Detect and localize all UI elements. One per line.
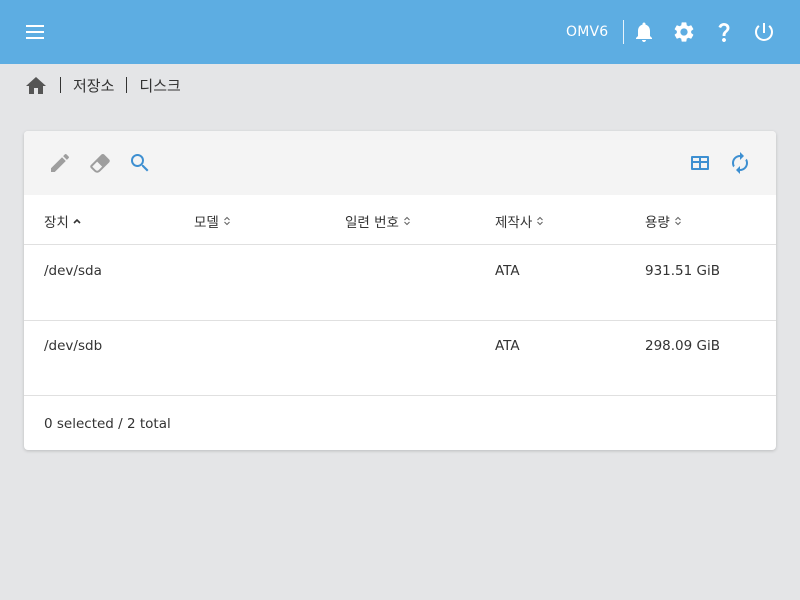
table-columns-icon[interactable]: [688, 151, 712, 175]
home-icon[interactable]: [24, 74, 48, 98]
sort-icon: [222, 215, 232, 227]
selection-summary: 0 selected / 2 total: [44, 416, 171, 432]
breadcrumb-disks: 디스크: [139, 76, 181, 95]
bell-icon[interactable]: [632, 20, 656, 44]
gear-icon[interactable]: [672, 20, 696, 44]
sort-icon: [402, 215, 412, 227]
cell-device: /dev/sda: [44, 263, 102, 279]
hostname: OMV6: [566, 24, 609, 40]
cell-capacity: 298.09 GiB: [645, 338, 721, 354]
column-header-label: 용량: [645, 215, 670, 231]
breadcrumb-storage[interactable]: 저장소: [73, 75, 114, 96]
column-header-capacity[interactable]: 용량: [645, 211, 683, 231]
breadcrumb-separator: [60, 77, 61, 93]
sort-icon: [535, 215, 545, 227]
help-icon[interactable]: [712, 20, 736, 44]
column-header-model[interactable]: 모델: [194, 211, 232, 231]
menu-icon[interactable]: [24, 22, 46, 42]
eraser-icon[interactable]: [88, 151, 112, 175]
cell-capacity: 931.51 GiB: [645, 263, 721, 279]
sort-icon: [673, 215, 683, 227]
column-header-vendor[interactable]: 제작사: [495, 211, 545, 231]
column-header-device[interactable]: 장치: [44, 211, 82, 231]
table-header: 장치 모델 일련 번호 제작사 용량: [24, 195, 776, 245]
column-header-serial[interactable]: 일련 번호: [345, 211, 412, 231]
disks-table-card: 장치 모델 일련 번호 제작사 용량 /dev/sda ATA 931.51 G…: [24, 131, 776, 450]
cell-device: /dev/sdb: [44, 338, 103, 354]
refresh-icon[interactable]: [728, 151, 752, 175]
cell-vendor: ATA: [495, 263, 520, 279]
pencil-icon[interactable]: [48, 151, 72, 175]
table-row[interactable]: /dev/sdb ATA 298.09 GiB: [24, 320, 776, 396]
table-row[interactable]: /dev/sda ATA 931.51 GiB: [24, 245, 776, 321]
sort-ascending-icon: [72, 215, 82, 227]
column-header-label: 제작사: [495, 215, 533, 231]
top-bar: OMV6: [0, 0, 800, 64]
header-divider: [623, 20, 624, 44]
power-icon[interactable]: [752, 20, 776, 44]
cell-vendor: ATA: [495, 338, 520, 354]
search-icon[interactable]: [128, 151, 152, 175]
column-header-label: 장치: [44, 215, 69, 231]
breadcrumb-separator: [126, 77, 128, 93]
breadcrumb: 저장소 디스크: [24, 72, 181, 98]
column-header-label: 일련 번호: [345, 215, 399, 231]
column-header-label: 모델: [194, 215, 219, 231]
table-toolbar: [24, 131, 776, 195]
